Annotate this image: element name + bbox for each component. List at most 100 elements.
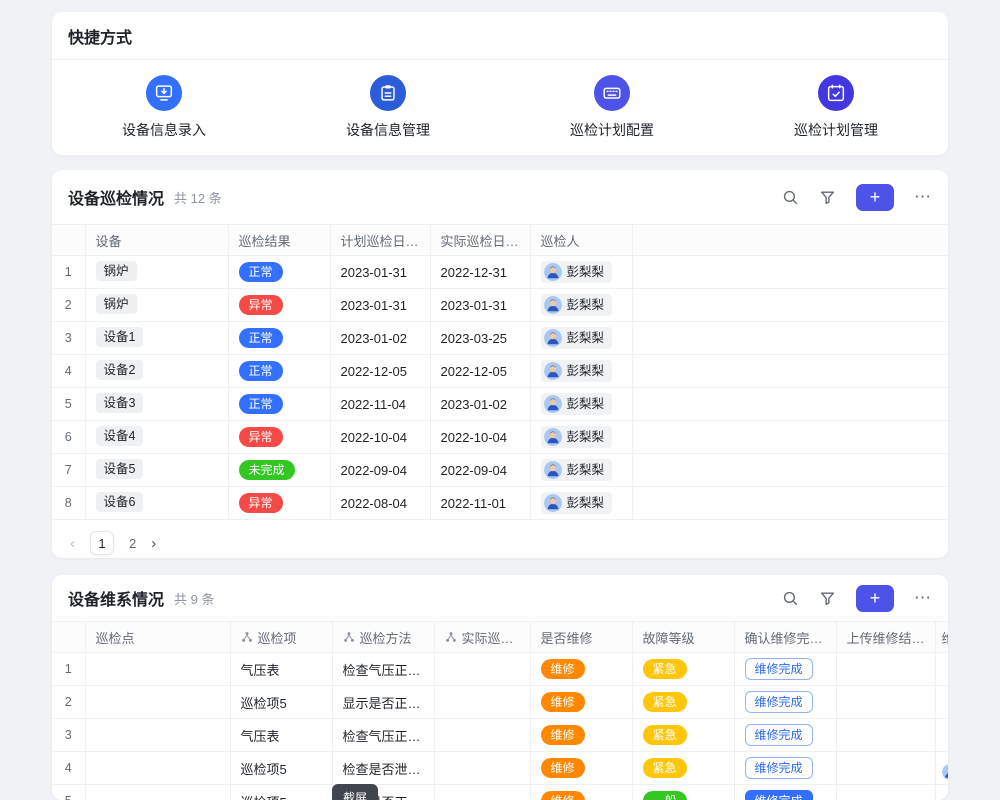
shortcut-plan-manage[interactable]: 巡检计划管理 — [724, 75, 948, 140]
next-page-icon[interactable]: › — [151, 535, 156, 552]
cell-actual-date[interactable]: 2022-09-04 — [430, 454, 530, 487]
cell-actual[interactable] — [434, 719, 530, 752]
cell-device[interactable]: 锅炉 — [85, 289, 228, 322]
col-actual[interactable]: 实际巡… — [434, 622, 530, 653]
cell-confirm[interactable]: 维修完成 — [734, 752, 836, 785]
add-record-button[interactable]: + — [856, 585, 894, 612]
cell-point[interactable] — [85, 686, 230, 719]
cell-actual[interactable] — [434, 752, 530, 785]
cell-confirm[interactable]: 维修完成 — [734, 653, 836, 686]
cell-point[interactable] — [85, 752, 230, 785]
cell-extra[interactable] — [935, 653, 948, 686]
screenshot-tooltip[interactable]: 截屏 — [332, 784, 378, 800]
col-plan-date[interactable]: 计划巡检日… — [330, 225, 430, 256]
cell-inspector[interactable]: 彭梨梨 — [530, 388, 632, 421]
col-method[interactable]: 巡检方法 — [332, 622, 434, 653]
cell-point[interactable] — [85, 719, 230, 752]
shortcut-device-entry[interactable]: 设备信息录入 — [52, 75, 276, 140]
cell-method[interactable]: 显示是否正… — [332, 686, 434, 719]
cell-point[interactable] — [85, 785, 230, 800]
cell-confirm[interactable]: 维修完成 — [734, 785, 836, 800]
cell-actual-date[interactable]: 2023-03-25 — [430, 322, 530, 355]
cell-plan-date[interactable]: 2022-12-05 — [330, 355, 430, 388]
col-extra[interactable]: 维… — [935, 622, 948, 653]
more-icon[interactable]: ⋯ — [914, 588, 932, 608]
col-inspector[interactable]: 巡检人 — [530, 225, 632, 256]
cell-device[interactable]: 设备6 — [85, 487, 228, 520]
cell-result[interactable]: 正常 — [228, 388, 330, 421]
search-icon[interactable] — [782, 189, 799, 206]
cell-result[interactable]: 异常 — [228, 421, 330, 454]
cell-repair[interactable]: 维修 — [530, 686, 632, 719]
cell-result[interactable]: 正常 — [228, 322, 330, 355]
cell-device[interactable]: 设备3 — [85, 388, 228, 421]
cell-extra[interactable] — [935, 752, 948, 785]
repair-done-button[interactable]: 维修完成 — [745, 724, 813, 746]
page-1-button[interactable]: 1 — [90, 531, 114, 555]
cell-confirm[interactable]: 维修完成 — [734, 719, 836, 752]
shortcut-device-manage[interactable]: 设备信息管理 — [276, 75, 500, 140]
col-point[interactable]: 巡检点 — [85, 622, 230, 653]
prev-page-icon[interactable]: ‹ — [70, 535, 75, 552]
more-icon[interactable]: ⋯ — [914, 187, 932, 207]
cell-device[interactable]: 锅炉 — [85, 256, 228, 289]
cell-level[interactable]: 一般 — [632, 785, 734, 800]
cell-result[interactable]: 未完成 — [228, 454, 330, 487]
cell-plan-date[interactable]: 2022-10-04 — [330, 421, 430, 454]
cell-actual-date[interactable]: 2022-12-05 — [430, 355, 530, 388]
cell-inspector[interactable]: 彭梨梨 — [530, 355, 632, 388]
search-icon[interactable] — [782, 590, 799, 607]
cell-repair[interactable]: 维修 — [530, 653, 632, 686]
cell-upload[interactable] — [836, 785, 935, 800]
repair-done-button[interactable]: 维修完成 — [745, 790, 813, 800]
cell-plan-date[interactable]: 2023-01-31 — [330, 256, 430, 289]
cell-method[interactable]: 检查气压正… — [332, 719, 434, 752]
cell-repair[interactable]: 维修 — [530, 785, 632, 800]
cell-plan-date[interactable]: 2022-11-04 — [330, 388, 430, 421]
cell-inspector[interactable]: 彭梨梨 — [530, 256, 632, 289]
cell-device[interactable]: 设备2 — [85, 355, 228, 388]
cell-level[interactable]: 紧急 — [632, 719, 734, 752]
cell-actual-date[interactable]: 2022-11-01 — [430, 487, 530, 520]
cell-item[interactable]: 气压表 — [230, 719, 332, 752]
cell-inspector[interactable]: 彭梨梨 — [530, 487, 632, 520]
cell-device[interactable]: 设备4 — [85, 421, 228, 454]
cell-plan-date[interactable]: 2023-01-02 — [330, 322, 430, 355]
cell-upload[interactable] — [836, 686, 935, 719]
shortcut-plan-config[interactable]: 巡检计划配置 — [500, 75, 724, 140]
cell-item[interactable]: 巡检项5 — [230, 752, 332, 785]
cell-actual-date[interactable]: 2023-01-02 — [430, 388, 530, 421]
cell-method[interactable]: 检查气压正… — [332, 653, 434, 686]
cell-method[interactable]: 检查是否泄… — [332, 752, 434, 785]
repair-done-button[interactable]: 维修完成 — [745, 757, 813, 779]
cell-level[interactable]: 紧急 — [632, 752, 734, 785]
cell-result[interactable]: 异常 — [228, 289, 330, 322]
cell-inspector[interactable]: 彭梨梨 — [530, 289, 632, 322]
cell-extra[interactable] — [935, 686, 948, 719]
cell-extra[interactable] — [935, 719, 948, 752]
cell-repair[interactable]: 维修 — [530, 752, 632, 785]
cell-actual[interactable] — [434, 653, 530, 686]
cell-point[interactable] — [85, 653, 230, 686]
cell-actual-date[interactable]: 2022-10-04 — [430, 421, 530, 454]
cell-level[interactable]: 紧急 — [632, 686, 734, 719]
repair-done-button[interactable]: 维修完成 — [745, 691, 813, 713]
repair-done-button[interactable]: 维修完成 — [745, 658, 813, 680]
cell-repair[interactable]: 维修 — [530, 719, 632, 752]
cell-extra[interactable] — [935, 785, 948, 800]
filter-icon[interactable] — [819, 189, 836, 206]
cell-plan-date[interactable]: 2022-08-04 — [330, 487, 430, 520]
cell-device[interactable]: 设备5 — [85, 454, 228, 487]
cell-result[interactable]: 异常 — [228, 487, 330, 520]
col-actual-date[interactable]: 实际巡检日… — [430, 225, 530, 256]
cell-upload[interactable] — [836, 719, 935, 752]
cell-item[interactable]: 巡检项5 — [230, 785, 332, 800]
page-2-button[interactable]: 2 — [129, 536, 136, 551]
col-repair[interactable]: 是否维修 — [530, 622, 632, 653]
col-confirm[interactable]: 确认维修完… — [734, 622, 836, 653]
cell-plan-date[interactable]: 2022-09-04 — [330, 454, 430, 487]
cell-inspector[interactable]: 彭梨梨 — [530, 421, 632, 454]
col-result[interactable]: 巡检结果 — [228, 225, 330, 256]
cell-inspector[interactable]: 彭梨梨 — [530, 322, 632, 355]
add-record-button[interactable]: + — [856, 184, 894, 211]
